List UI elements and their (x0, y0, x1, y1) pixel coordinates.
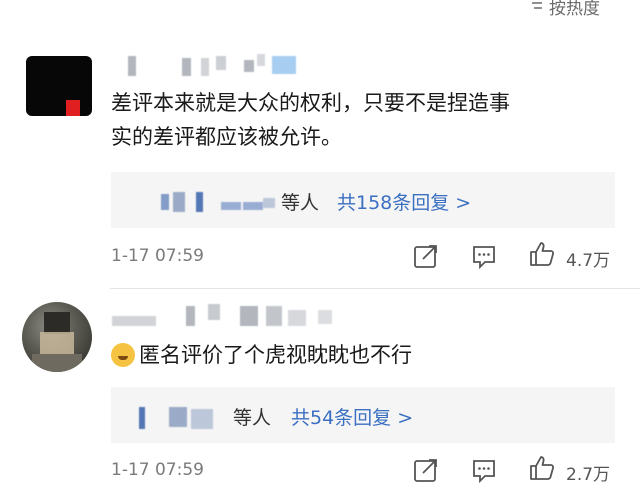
avatar[interactable] (22, 302, 92, 372)
sort-icon (527, 0, 545, 18)
replies-count-link[interactable]: 共54条回复 > (291, 403, 413, 430)
like-button[interactable] (528, 454, 556, 482)
replies-users-suffix: 等人 (233, 407, 272, 429)
share-icon (414, 245, 437, 268)
avatar[interactable] (26, 56, 92, 116)
timestamp: 1-17 07:59 (111, 460, 204, 480)
like-count: 4.7万 (566, 251, 611, 271)
share-button[interactable] (412, 242, 440, 270)
comment-icon (473, 460, 495, 484)
sort-by-heat-button[interactable]: 按热度 (527, 0, 600, 19)
comment-icon (473, 246, 495, 270)
replies-count-link[interactable]: 共158条回复 > (337, 188, 471, 215)
like-button[interactable] (528, 240, 556, 268)
like-count: 2.7万 (566, 465, 611, 485)
replies-preview[interactable]: 等人 共158条回复 > (111, 172, 615, 228)
share-button[interactable] (412, 456, 440, 484)
replies-preview[interactable]: 等人 共54条回复 > (111, 387, 615, 443)
replies-users-suffix: 等人 (281, 192, 320, 214)
thumbs-up-icon (530, 242, 555, 266)
divider (110, 288, 640, 289)
comment-button[interactable] (470, 242, 498, 270)
comment-text: 匿名评价了个虎视眈眈也不行 (111, 338, 611, 372)
emoji-icon (111, 343, 135, 367)
share-icon (414, 459, 437, 482)
thumbs-up-icon (530, 456, 555, 480)
comment-text: 差评本来就是大众的权利，只要不是捏造事 实的差评都应该被允许。 (111, 91, 510, 149)
comment-button[interactable] (470, 456, 498, 484)
timestamp: 1-17 07:59 (111, 246, 204, 266)
sort-label: 按热度 (549, 0, 600, 19)
